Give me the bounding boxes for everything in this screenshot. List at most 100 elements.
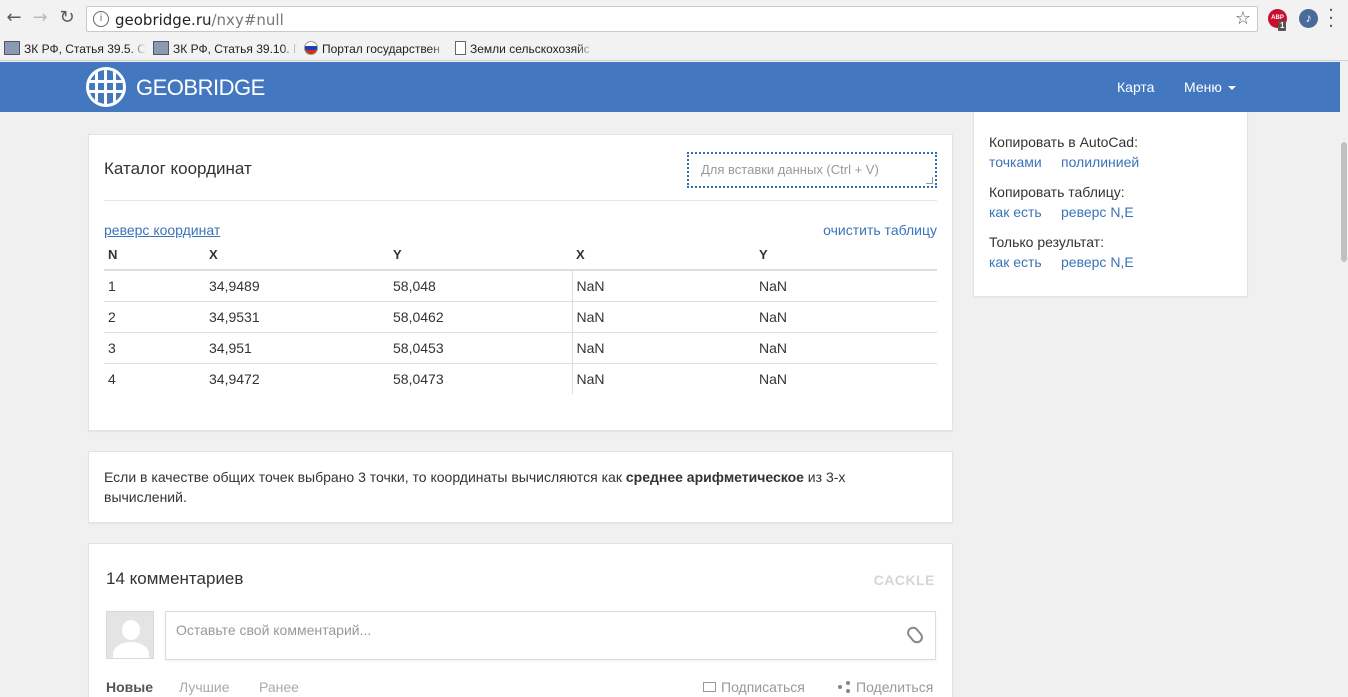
table-row: 4 34,9472 58,0473 NaN NaN (104, 362, 937, 394)
back-arrow-icon[interactable]: ← (4, 8, 24, 28)
result-only-label: Только результат: (989, 234, 1104, 250)
column-header-y: Y (389, 240, 572, 271)
cell-n: 3 (104, 331, 205, 363)
bookmark-label: Портал государствен (322, 42, 440, 56)
bookmark-label: ЗК РФ, Статья 39.5. С (24, 42, 146, 56)
tab-best[interactable]: Лучшие (179, 679, 229, 695)
column-header-x-result: X (572, 240, 755, 271)
cell-x[interactable]: 34,9531 (205, 300, 389, 332)
paste-data-textarea[interactable]: Для вставки данных (Ctrl + V) (687, 152, 937, 188)
cell-y-result: NaN (755, 269, 937, 301)
avatar (106, 611, 154, 659)
tab-earlier[interactable]: Ранее (259, 679, 299, 695)
table-header-row: N X Y X Y (104, 240, 937, 271)
cell-y-result: NaN (755, 331, 937, 363)
copy-autocad-polyline-link[interactable]: полилинией (1061, 154, 1139, 170)
brand-name[interactable]: GEOBRIDGE (136, 75, 265, 101)
copy-options-panel: Копировать в AutoCad: точками полилинией… (973, 112, 1248, 297)
coordinates-table: N X Y X Y 1 34,9489 58,048 NaN NaN 2 34,… (104, 240, 937, 394)
forward-arrow-icon[interactable]: → (30, 8, 50, 28)
globe-logo-icon[interactable] (86, 67, 126, 107)
resize-handle-icon[interactable] (926, 177, 933, 184)
cell-x-result: NaN (571, 331, 755, 363)
cell-x-result: NaN (571, 269, 755, 301)
url-text[interactable]: geobridge.ru/nxy#null (115, 11, 284, 29)
comment-placeholder: Оставьте свой комментарий... (176, 622, 372, 638)
share-button[interactable]: Поделиться (838, 679, 933, 695)
page-scrollbar-thumb[interactable] (1341, 142, 1347, 262)
reload-icon[interactable]: ↻ (57, 8, 77, 28)
info-note-text: Если в качестве общих точек выбрано 3 то… (104, 467, 894, 507)
person-icon (4, 41, 20, 55)
tab-newest[interactable]: Новые (106, 679, 153, 695)
column-header-y-result: Y (755, 240, 937, 271)
cell-y[interactable]: 58,048 (389, 269, 572, 301)
bookmarks-bar: ЗК РФ, Статья 39.5. С ЗК РФ, Статья 39.1… (0, 37, 1348, 61)
russia-flag-icon (304, 41, 318, 55)
browser-toolbar: ← → ↻ i geobridge.ru/nxy#null ☆ ABP 1 ♪ ·… (0, 0, 1348, 37)
copy-autocad-points-link[interactable]: точками (989, 154, 1042, 170)
autocad-label: Копировать в AutoCad: (989, 134, 1138, 150)
copy-result-as-is-link[interactable]: как есть (989, 254, 1042, 270)
nav-menu-dropdown[interactable]: Меню (1184, 79, 1236, 95)
divider (104, 200, 937, 201)
bookmark-label: ЗК РФ, Статья 39.10. П (173, 42, 298, 56)
comment-input[interactable]: Оставьте свой комментарий... (165, 611, 936, 660)
cell-y[interactable]: 58,0453 (389, 331, 572, 363)
cell-x-result: NaN (571, 300, 755, 332)
person-icon (153, 41, 169, 55)
share-icon (838, 681, 850, 693)
cell-x[interactable]: 34,951 (205, 331, 389, 363)
note-text-before: Если в качестве общих точек выбрано 3 то… (104, 469, 626, 485)
table-row: 3 34,951 58,0453 NaN NaN (104, 331, 937, 363)
extension-badge: 1 (1278, 21, 1287, 31)
subscribe-button[interactable]: Подписаться (703, 679, 805, 695)
note-text-bold: среднее арифметическое (625, 469, 804, 485)
cell-n: 4 (104, 362, 205, 394)
subscribe-label: Подписаться (721, 679, 805, 695)
cell-x[interactable]: 34,9472 (205, 362, 389, 394)
cell-n: 2 (104, 300, 205, 332)
coordinate-catalog-panel: Каталог координат Для вставки данных (Ct… (88, 134, 953, 431)
copy-table-as-is-link[interactable]: как есть (989, 204, 1042, 220)
info-icon[interactable]: i (93, 11, 109, 27)
address-bar[interactable]: i geobridge.ru/nxy#null ☆ (86, 6, 1258, 32)
column-header-n: N (104, 240, 205, 271)
nav-menu-label: Меню (1184, 79, 1222, 95)
bookmark-item[interactable]: Портал государствен (304, 40, 447, 58)
cell-x[interactable]: 34,9489 (205, 269, 389, 301)
cackle-logo[interactable]: CACKLE (874, 572, 935, 588)
table-row: 1 34,9489 58,048 NaN NaN (104, 269, 937, 301)
cell-y-result: NaN (755, 300, 937, 332)
copy-result-reverse-link[interactable]: реверс N,E (1061, 254, 1134, 270)
info-note-panel: Если в качестве общих точек выбрано 3 то… (88, 451, 953, 523)
cell-y[interactable]: 58,0473 (389, 362, 572, 394)
document-icon (455, 41, 466, 55)
caret-down-icon (1227, 86, 1236, 90)
clear-table-link[interactable]: очистить таблицу (823, 222, 937, 238)
bookmark-item[interactable]: ЗК РФ, Статья 39.10. П (153, 40, 298, 58)
copy-table-label: Копировать таблицу: (989, 184, 1125, 200)
music-extension-icon[interactable]: ♪ (1299, 9, 1318, 28)
comments-panel: 14 комментариев CACKLE Оставьте свой ком… (88, 543, 953, 697)
site-navbar: GEOBRIDGE Карта Меню (0, 62, 1340, 112)
bookmark-item[interactable]: Земли сельскохозяйс (455, 40, 593, 58)
copy-table-reverse-link[interactable]: реверс N,E (1061, 204, 1134, 220)
column-header-x: X (205, 240, 389, 271)
cell-y[interactable]: 58,0462 (389, 300, 572, 332)
cell-n: 1 (104, 269, 205, 301)
comments-title: 14 комментариев (106, 569, 244, 588)
cell-y-result: NaN (755, 362, 937, 394)
browser-menu-icon[interactable]: · · · (1328, 2, 1334, 36)
paste-placeholder: Для вставки данных (Ctrl + V) (701, 162, 879, 177)
nav-link-map[interactable]: Карта (1117, 79, 1154, 95)
reverse-coordinates-link[interactable]: реверс координат (104, 222, 220, 238)
url-path: /nxy#null (211, 11, 284, 29)
bookmark-star-icon[interactable]: ☆ (1235, 8, 1251, 29)
catalog-title: Каталог координат (104, 159, 252, 178)
url-host: geobridge.ru (115, 11, 212, 29)
adblock-extension-icon[interactable]: ABP 1 (1268, 9, 1287, 31)
bookmark-item[interactable]: ЗК РФ, Статья 39.5. С (4, 40, 146, 58)
table-row: 2 34,9531 58,0462 NaN NaN (104, 300, 937, 332)
paperclip-icon[interactable] (904, 624, 926, 646)
